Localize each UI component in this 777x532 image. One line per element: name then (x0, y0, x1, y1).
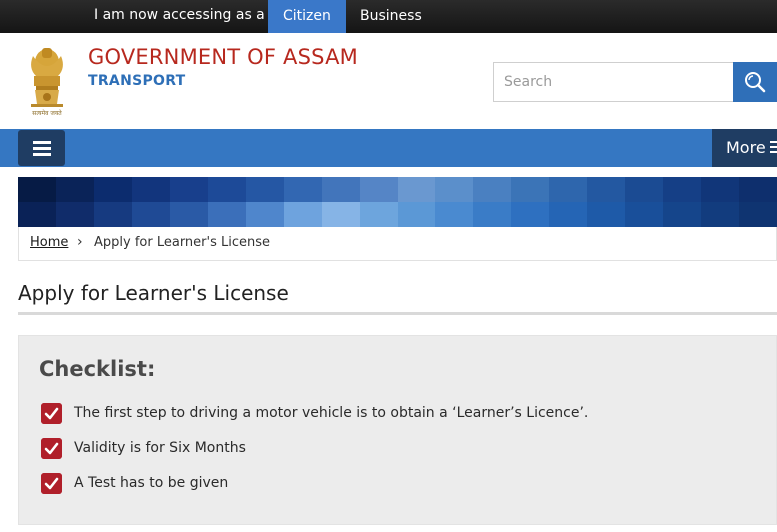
tab-business[interactable]: Business (345, 0, 437, 33)
state-emblem-icon[interactable]: सत्यमेव जयते (24, 42, 70, 118)
menu-button[interactable] (18, 130, 65, 166)
more-label: More (726, 138, 766, 157)
more-button[interactable]: More (712, 129, 777, 167)
checkbox-checked-icon (41, 403, 62, 424)
checklist-item-text: Validity is for Six Months (74, 440, 246, 456)
hamburger-icon (33, 141, 51, 144)
breadcrumb: Home › Apply for Learner's License (18, 227, 777, 261)
checklist-panel: Checklist: The first step to driving a m… (18, 335, 777, 525)
search-input[interactable] (493, 62, 734, 102)
search-icon (745, 72, 766, 93)
svg-text:सत्यमेव जयते: सत्यमेव जयते (32, 109, 62, 117)
tab-citizen[interactable]: Citizen (268, 0, 346, 33)
checklist-heading: Checklist: (39, 357, 156, 381)
menu-lines-icon (770, 141, 777, 155)
breadcrumb-home-link[interactable]: Home (30, 235, 68, 250)
department-name[interactable]: TRANSPORT (88, 73, 186, 89)
main-nav: More (0, 129, 777, 167)
page-title: Apply for Learner's License (18, 281, 289, 305)
title-divider (18, 312, 777, 315)
checkbox-checked-icon (41, 438, 62, 459)
access-label: I am now accessing as a : (94, 7, 274, 23)
page-banner (18, 177, 777, 227)
checklist-item-text: The first step to driving a motor vehicl… (74, 405, 589, 421)
site-title[interactable]: GOVERNMENT OF ASSAM (88, 45, 358, 69)
checkbox-checked-icon (41, 473, 62, 494)
checklist-item-text: A Test has to be given (74, 475, 229, 491)
site-header: सत्यमेव जयते GOVERNMENT OF ASSAM TRANSPO… (0, 33, 777, 129)
breadcrumb-current: Apply for Learner's License (94, 235, 271, 250)
access-bar: I am now accessing as a : Citizen Busine… (0, 0, 777, 33)
search-button[interactable] (733, 62, 777, 102)
chevron-right-icon: › (77, 234, 83, 250)
